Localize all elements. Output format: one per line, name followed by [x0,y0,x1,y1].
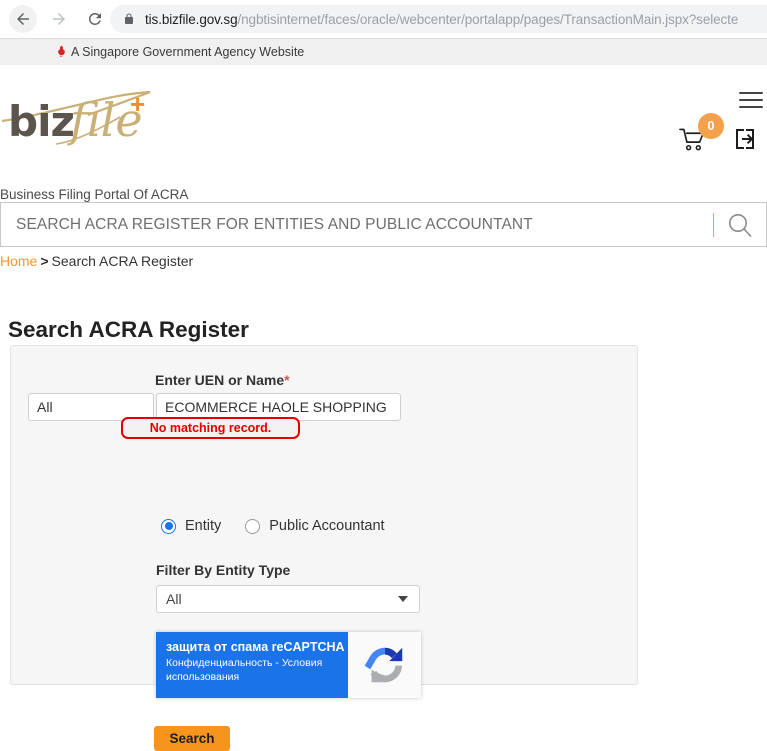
logo-mark: biz file + [0,87,200,149]
uen-label-text: Enter UEN or Name [155,372,285,388]
url-path: /ngbtisinternet/faces/oracle/webcenter/p… [237,11,739,27]
forward-button[interactable] [45,5,73,33]
magnifier-icon[interactable] [714,212,766,238]
url-text: tis.bizfile.gov.sg/ngbtisinternet/faces/… [145,12,738,27]
reload-icon [88,12,101,25]
login-button[interactable] [733,127,757,151]
radio-entity-label: Entity [185,518,222,534]
error-message-text: No matching record. [149,421,272,435]
error-message-box: No matching record. [121,417,300,439]
browser-chrome: tis.bizfile.gov.sg/ngbtisinternet/faces/… [0,0,767,39]
entity-type-selected-value: All [166,591,182,607]
breadcrumb: Home > Search ACRA Register [0,253,193,269]
search-form-panel: Enter UEN or Name* No matching record. E… [10,345,638,751]
entity-type-filter-label: Filter By Entity Type [156,562,291,578]
search-submit-button[interactable]: Search [154,726,230,751]
back-button[interactable] [9,5,37,33]
radio-option-entity[interactable]: Entity [161,518,221,534]
breadcrumb-current: Search ACRA Register [51,253,194,269]
reload-button[interactable] [81,5,109,33]
recaptcha-terms[interactable]: Конфиденциальность - Условия использован… [166,657,348,683]
site-tagline: Business Filing Portal Of ACRA [0,187,189,202]
logo-plus-icon: + [130,89,146,119]
radio-option-public-accountant[interactable]: Public Accountant [245,518,385,534]
recaptcha-title: защита от спама reCAPTCHA [166,640,345,654]
singapore-lion-icon [56,45,67,59]
hamburger-line [739,99,763,101]
breadcrumb-separator: > [40,253,49,269]
url-bar[interactable]: tis.bizfile.gov.sg/ngbtisinternet/faces/… [110,5,767,33]
url-host: tis.bizfile.gov.sg [145,11,238,27]
header-icon-group: 0 [627,65,767,175]
back-arrow-icon [17,13,29,25]
site-logo[interactable]: biz file + Business Filing Portal Of ACR… [0,87,200,202]
lock-icon [123,12,135,26]
recaptcha-text-pane: защита от спама reCAPTCHA Конфиденциальн… [156,632,348,698]
login-arrow-icon [736,129,754,149]
chevron-down-icon [398,596,408,602]
breadcrumb-home-link[interactable]: Home [0,253,37,269]
recaptcha-logo-icon [364,647,402,683]
recaptcha-logo-pane [348,632,421,698]
logo-biz-text: biz [8,97,75,146]
hamburger-line [739,92,763,94]
government-banner: A Singapore Government Agency Website [0,39,767,65]
hamburger-line [739,106,763,108]
radio-public-accountant-icon[interactable] [245,518,261,534]
cart-count-badge: 0 [698,113,724,139]
entity-type-select[interactable]: All [156,585,420,613]
hamburger-menu-icon[interactable] [739,92,763,113]
radio-public-accountant-label: Public Accountant [269,518,385,534]
browser-nav-controls [0,0,109,38]
recaptcha-badge[interactable]: защита от спама reCAPTCHA Конфиденциальн… [156,632,421,698]
search-type-radio-group: Entity Public Accountant [161,518,409,534]
uen-field-label: Enter UEN or Name* [155,372,290,388]
government-banner-text: A Singapore Government Agency Website [71,45,305,59]
page-content: biz file + Business Filing Portal Of ACR… [0,65,767,751]
forward-arrow-icon [53,13,65,25]
site-search-bar[interactable] [0,202,767,247]
page-title: Search ACRA Register [8,317,249,342]
radio-entity-icon[interactable] [161,518,176,534]
site-search-input[interactable] [1,214,713,235]
required-asterisk: * [284,372,290,388]
